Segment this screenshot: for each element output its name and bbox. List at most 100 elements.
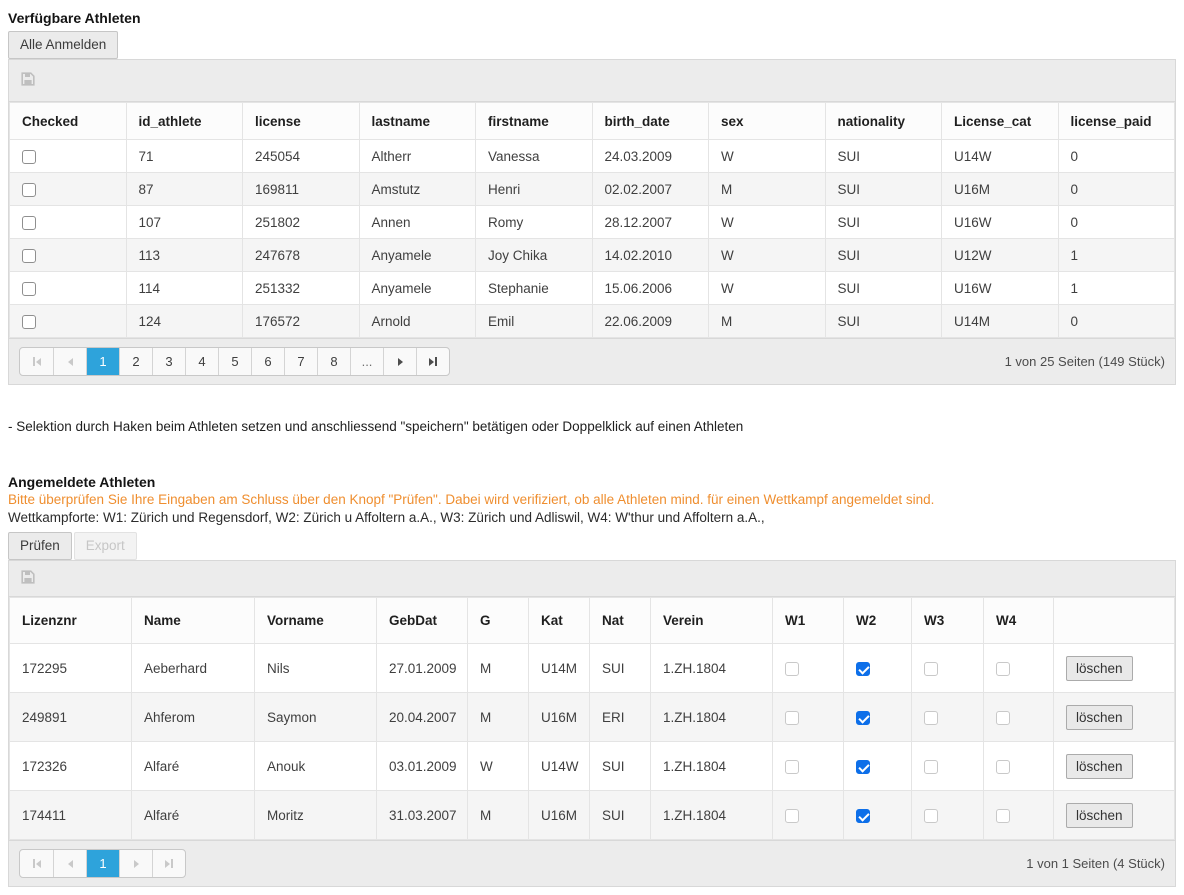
athlete-select-checkbox[interactable] bbox=[22, 282, 36, 296]
cell-gebdat: 31.03.2007 bbox=[377, 791, 468, 840]
athlete-select-checkbox[interactable] bbox=[22, 315, 36, 329]
available-pager: 1 2 3 4 5 6 7 8 ... 1 von 25 Seiten (149… bbox=[9, 338, 1175, 384]
export-button[interactable]: Export bbox=[74, 532, 137, 560]
cell-gebdat: 20.04.2007 bbox=[377, 693, 468, 742]
w2-checkbox[interactable] bbox=[856, 662, 870, 676]
register-all-button[interactable]: Alle Anmelden bbox=[8, 31, 118, 59]
cell-name: Alfaré bbox=[132, 742, 255, 791]
next-page-button[interactable] bbox=[119, 850, 152, 877]
cell-id-athlete: 113 bbox=[126, 239, 243, 272]
registered-pager-info: 1 von 1 Seiten (4 Stück) bbox=[1026, 856, 1165, 871]
cell-nationality: SUI bbox=[825, 272, 942, 305]
cell-lastname: Amstutz bbox=[359, 173, 476, 206]
cell-g: W bbox=[468, 742, 529, 791]
w1-checkbox[interactable] bbox=[785, 711, 799, 725]
registered-athletes-table: Lizenznr Name Vorname GebDat G Kat Nat V… bbox=[9, 597, 1175, 840]
seek-first-icon bbox=[33, 859, 41, 868]
arrow-left-icon bbox=[68, 860, 73, 868]
athlete-select-checkbox[interactable] bbox=[22, 216, 36, 230]
col-w1: W1 bbox=[773, 598, 844, 644]
w4-checkbox[interactable] bbox=[996, 662, 1010, 676]
registered-athletes-grid: Lizenznr Name Vorname GebDat G Kat Nat V… bbox=[8, 560, 1176, 887]
cell-id-athlete: 114 bbox=[126, 272, 243, 305]
w4-checkbox[interactable] bbox=[996, 711, 1010, 725]
cell-nat: SUI bbox=[590, 644, 651, 693]
col-sex: sex bbox=[709, 103, 826, 140]
available-athletes-table: Checked id_athlete license lastname firs… bbox=[9, 102, 1175, 338]
athlete-select-checkbox[interactable] bbox=[22, 183, 36, 197]
cell-firstname: Emil bbox=[476, 305, 593, 338]
w3-checkbox[interactable] bbox=[924, 760, 938, 774]
cell-kat: U16M bbox=[529, 693, 590, 742]
save-icon bbox=[21, 570, 35, 587]
more-pages-button[interactable]: ... bbox=[350, 348, 383, 375]
w1-checkbox[interactable] bbox=[785, 760, 799, 774]
cell-id-athlete: 107 bbox=[126, 206, 243, 239]
page-button-1[interactable]: 1 bbox=[86, 348, 119, 375]
delete-button[interactable]: löschen bbox=[1066, 705, 1133, 730]
athlete-row[interactable]: 113 247678 Anyamele Joy Chika 14.02.2010… bbox=[10, 239, 1175, 272]
delete-button[interactable]: löschen bbox=[1066, 656, 1133, 681]
cell-license-paid: 0 bbox=[1058, 305, 1175, 338]
cell-nat: ERI bbox=[590, 693, 651, 742]
next-page-button[interactable] bbox=[383, 348, 416, 375]
col-id-athlete: id_athlete bbox=[126, 103, 243, 140]
w3-checkbox[interactable] bbox=[924, 809, 938, 823]
first-page-button[interactable] bbox=[20, 850, 53, 877]
registered-row: 174411 Alfaré Moritz 31.03.2007 M U16M S… bbox=[10, 791, 1175, 840]
page-button-2[interactable]: 2 bbox=[119, 348, 152, 375]
prev-page-button[interactable] bbox=[53, 850, 86, 877]
page-button-5[interactable]: 5 bbox=[218, 348, 251, 375]
w1-checkbox[interactable] bbox=[785, 662, 799, 676]
first-page-button[interactable] bbox=[20, 348, 53, 375]
col-actions bbox=[1054, 598, 1175, 644]
athlete-row[interactable]: 71 245054 Altherr Vanessa 24.03.2009 W S… bbox=[10, 140, 1175, 173]
page-button-6[interactable]: 6 bbox=[251, 348, 284, 375]
athlete-select-checkbox[interactable] bbox=[22, 249, 36, 263]
delete-button[interactable]: löschen bbox=[1066, 754, 1133, 779]
w3-checkbox[interactable] bbox=[924, 662, 938, 676]
cell-lastname: Altherr bbox=[359, 140, 476, 173]
cell-license: 176572 bbox=[243, 305, 360, 338]
athlete-row[interactable]: 124 176572 Arnold Emil 22.06.2009 M SUI … bbox=[10, 305, 1175, 338]
page-button-3[interactable]: 3 bbox=[152, 348, 185, 375]
seek-last-icon bbox=[165, 859, 173, 868]
delete-button[interactable]: löschen bbox=[1066, 803, 1133, 828]
arrow-right-icon bbox=[398, 358, 403, 366]
cell-sex: M bbox=[709, 173, 826, 206]
save-button[interactable] bbox=[21, 570, 35, 587]
col-g: G bbox=[468, 598, 529, 644]
cell-birth-date: 28.12.2007 bbox=[592, 206, 709, 239]
w1-checkbox[interactable] bbox=[785, 809, 799, 823]
w4-checkbox[interactable] bbox=[996, 809, 1010, 823]
arrow-left-icon bbox=[68, 358, 73, 366]
w2-checkbox[interactable] bbox=[856, 760, 870, 774]
page-button-4[interactable]: 4 bbox=[185, 348, 218, 375]
cell-gebdat: 27.01.2009 bbox=[377, 644, 468, 693]
athlete-row[interactable]: 87 169811 Amstutz Henri 02.02.2007 M SUI… bbox=[10, 173, 1175, 206]
check-button[interactable]: Prüfen bbox=[8, 532, 72, 560]
athlete-select-checkbox[interactable] bbox=[22, 150, 36, 164]
w2-checkbox[interactable] bbox=[856, 809, 870, 823]
page-button-1[interactable]: 1 bbox=[86, 850, 119, 877]
w2-checkbox[interactable] bbox=[856, 711, 870, 725]
w3-checkbox[interactable] bbox=[924, 711, 938, 725]
save-button[interactable] bbox=[21, 72, 35, 89]
athlete-row[interactable]: 107 251802 Annen Romy 28.12.2007 W SUI U… bbox=[10, 206, 1175, 239]
w4-checkbox[interactable] bbox=[996, 760, 1010, 774]
col-license-paid: license_paid bbox=[1058, 103, 1175, 140]
page-button-7[interactable]: 7 bbox=[284, 348, 317, 375]
cell-id-athlete: 87 bbox=[126, 173, 243, 206]
cell-birth-date: 22.06.2009 bbox=[592, 305, 709, 338]
col-firstname: firstname bbox=[476, 103, 593, 140]
cell-sex: W bbox=[709, 206, 826, 239]
last-page-button[interactable] bbox=[416, 348, 449, 375]
page-button-8[interactable]: 8 bbox=[317, 348, 350, 375]
cell-birth-date: 24.03.2009 bbox=[592, 140, 709, 173]
save-icon bbox=[21, 72, 35, 89]
cell-firstname: Romy bbox=[476, 206, 593, 239]
prev-page-button[interactable] bbox=[53, 348, 86, 375]
athlete-row[interactable]: 114 251332 Anyamele Stephanie 15.06.2006… bbox=[10, 272, 1175, 305]
last-page-button[interactable] bbox=[152, 850, 185, 877]
available-athletes-title: Verfügbare Athleten bbox=[8, 10, 1176, 26]
